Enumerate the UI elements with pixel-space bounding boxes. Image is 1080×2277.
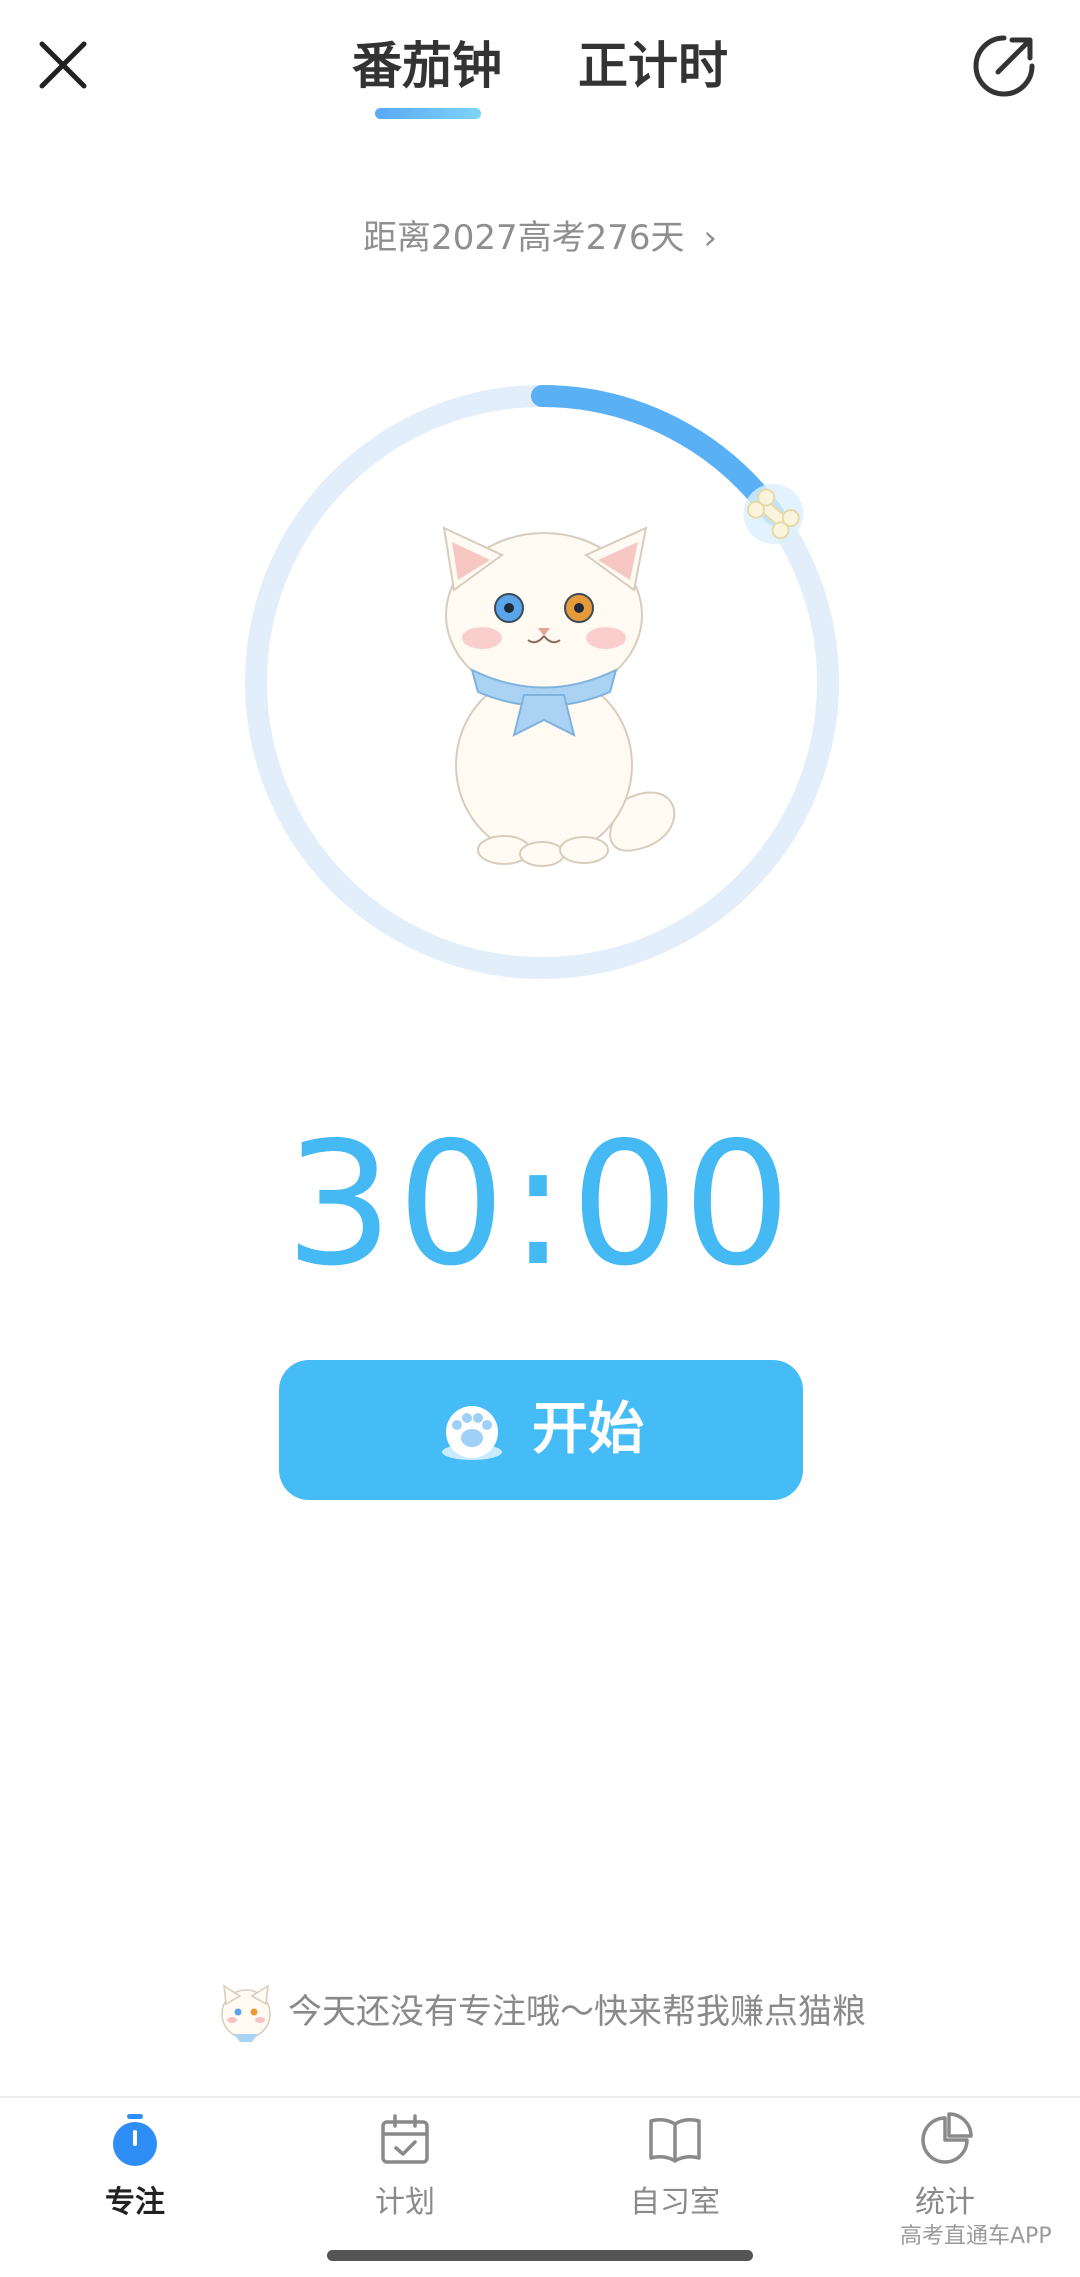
watermark-text: 高考直通车APP	[900, 2224, 1052, 2249]
book-icon	[649, 2118, 701, 2163]
stopwatch-icon	[113, 2114, 157, 2166]
exam-countdown-text: 距离2027高考276天	[363, 218, 685, 258]
close-icon	[39, 41, 87, 89]
nav-label-stats: 统计	[915, 2185, 975, 2220]
tab-count-up[interactable]: 正计时	[578, 34, 728, 98]
tab-pomodoro[interactable]: 番茄钟	[352, 34, 502, 98]
bottom-nav-divider	[0, 2096, 1080, 2098]
share-out-icon	[973, 35, 1035, 97]
paw-icon	[442, 1406, 502, 1460]
bone-handle-icon	[743, 483, 804, 544]
close-button[interactable]	[28, 30, 98, 100]
focus-tip-text: 今天还没有专注哦～快来帮我赚点猫粮	[288, 1992, 866, 2032]
start-button[interactable]: 开始	[279, 1360, 803, 1500]
cat-mascot-illustration	[442, 526, 676, 867]
nav-label-focus: 专注	[105, 2185, 165, 2220]
nav-item-plan[interactable]: 计划	[320, 2110, 490, 2224]
nav-label-plan: 计划	[375, 2185, 435, 2220]
nav-label-study-room: 自习室	[630, 2185, 720, 2220]
share-button[interactable]	[968, 30, 1040, 102]
nav-item-study-room[interactable]: 自习室	[590, 2110, 760, 2224]
chevron-right-icon: ›	[703, 218, 717, 258]
home-indicator[interactable]	[327, 2250, 753, 2261]
nav-item-focus[interactable]: 专注	[50, 2110, 220, 2224]
cat-avatar-icon	[221, 1984, 271, 2042]
nav-item-stats[interactable]: 统计	[860, 2110, 1030, 2224]
pie-chart-icon	[921, 2112, 973, 2164]
focus-tip: 今天还没有专注哦～快来帮我赚点猫粮	[0, 1980, 1080, 2044]
timer-display: 30:00	[285, 1106, 795, 1304]
start-button-label: 开始	[532, 1397, 644, 1462]
tab-active-indicator	[375, 108, 481, 119]
calendar-check-icon	[381, 2114, 429, 2164]
exam-countdown-link[interactable]: 距离2027高考276天 ›	[0, 214, 1080, 262]
